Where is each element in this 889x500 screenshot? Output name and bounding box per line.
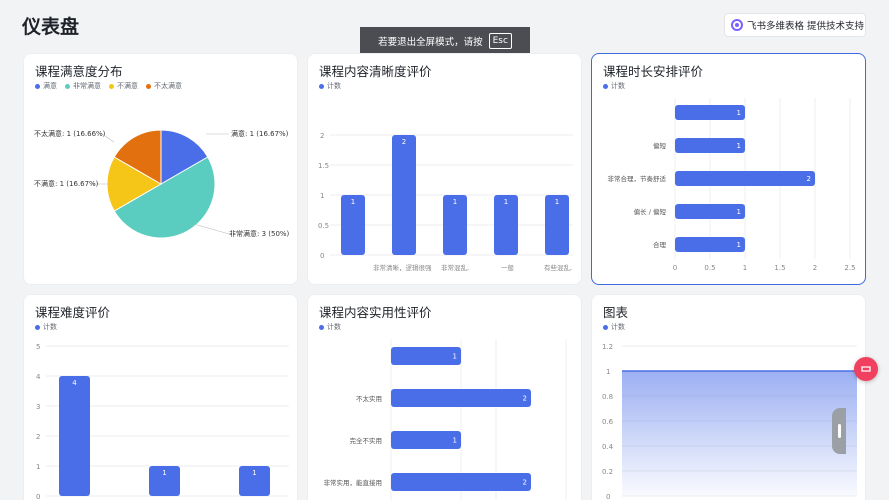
side-panel-handle[interactable] (832, 408, 846, 454)
bar-value-label: 1 (453, 198, 457, 206)
pie-label-butai: 不太满意: 1 (16.66%) (34, 129, 106, 138)
practicality-card[interactable]: 课程内容实用性评价 计数 1212 不太实用 完全不实用 非常实用，能直接用 (307, 294, 582, 500)
y-tick: 1 (36, 463, 40, 471)
pie-label-manyi: 满意: 1 (16.67%) (231, 129, 289, 138)
difficulty-bar-chart: 5 4 3 2 1 0 4 1 1 (36, 343, 289, 500)
y-tick: 0.4 (602, 443, 614, 451)
support-badge[interactable]: 飞书多维表格 提供技术支持 (724, 13, 866, 37)
y-tick: 5 (36, 343, 40, 351)
feishu-logo-icon (731, 19, 743, 31)
bar-value-label: 1 (351, 198, 355, 206)
y-tick: 合理 (653, 240, 667, 249)
y-tick: 0 (606, 493, 610, 500)
bar-value-label: 1 (737, 142, 741, 150)
bar[interactable] (391, 389, 531, 407)
x-tick: 非常清晰，逻辑很强 (373, 263, 432, 272)
chat-icon (861, 366, 871, 372)
y-tick: 偏短 (653, 141, 667, 150)
x-tick: 非常混乱, (441, 263, 469, 272)
bar[interactable] (59, 376, 90, 496)
y-tick: 不太实用 (356, 394, 382, 403)
y-tick: 0.6 (602, 418, 614, 426)
practicality-bar-chart: 1 2 1 2 不太实用 完全不实用 非常实用，能直接用 (324, 339, 567, 500)
y-tick: 1 (320, 192, 324, 200)
bar-value-label: 2 (402, 138, 406, 146)
fullscreen-exit-banner: 若要退出全屏模式，请按 Esc (360, 27, 530, 55)
duration-card[interactable]: 课程时长安排评价 计数 11211 偏短 非常合理，节奏舒适 偏长 / 偏短 合… (591, 53, 866, 285)
bar-value-label: 2 (523, 479, 527, 487)
x-tick: 0.5 (704, 264, 715, 272)
y-tick: 0.2 (602, 468, 613, 476)
x-tick: 2.5 (844, 264, 855, 272)
bar[interactable] (391, 473, 531, 491)
x-tick: 2 (813, 264, 817, 272)
area-chart: 1.2 1 0.8 0.6 0.4 0.2 0 (602, 343, 857, 500)
y-tick: 0.5 (318, 222, 329, 230)
floating-action-button[interactable] (854, 357, 878, 381)
x-tick: 有些混乱, (544, 263, 572, 272)
bar-value-label: 2 (523, 395, 527, 403)
bar[interactable] (675, 204, 745, 219)
support-label: 飞书多维表格 提供技术支持 (747, 21, 865, 32)
y-tick: 4 (36, 373, 41, 381)
grip-icon (837, 424, 841, 438)
x-tick: 1.5 (774, 264, 785, 272)
y-tick: 非常合理，节奏舒适 (608, 174, 667, 183)
bar[interactable] (675, 138, 745, 153)
bar[interactable] (675, 237, 745, 252)
bar[interactable] (675, 105, 745, 120)
bar-value-label: 1 (504, 198, 508, 206)
bar[interactable] (392, 135, 416, 255)
y-tick: 3 (36, 403, 40, 411)
area-fill (622, 371, 857, 496)
pie-chart: 满意: 1 (16.67%) 不太满意: 1 (16.66%) 不满意: 1 (… (34, 129, 290, 239)
esc-banner-text: 若要退出全屏模式，请按 (378, 37, 483, 48)
bar-value-label: 1 (555, 198, 559, 206)
y-tick: 1 (606, 368, 610, 376)
x-tick: 0 (673, 264, 677, 272)
y-tick: 0 (320, 252, 324, 260)
x-tick: 一般 (501, 263, 515, 272)
bar[interactable] (391, 431, 461, 449)
bar-value-label: 4 (72, 379, 77, 387)
y-tick: 0 (36, 493, 40, 500)
y-tick: 0.8 (602, 393, 613, 401)
y-tick: 非常实用，能直接用 (324, 478, 383, 487)
y-tick: 2 (36, 433, 40, 441)
difficulty-card[interactable]: 课程难度评价 计数 5 4 3 2 1 0 411 (23, 294, 298, 500)
page-title: 仪表盘 (22, 16, 80, 38)
bar-value-label: 1 (162, 469, 166, 477)
y-tick: 完全不实用 (350, 436, 383, 445)
satisfaction-card[interactable]: 课程满意度分布 满意 非常满意 不满意 不太满意 满意: 1 (16.67%) … (23, 53, 298, 285)
bar-value-label: 1 (737, 241, 741, 249)
clarity-card[interactable]: 课程内容清晰度评价 计数 2 1.5 1 0.5 0 12111 非常清晰，逻辑… (307, 53, 582, 285)
esc-key: Esc (488, 33, 512, 49)
bar-value-label: 1 (737, 208, 741, 216)
y-tick: 偏长 / 偏短 (634, 207, 667, 216)
generic-chart-card[interactable]: 图表 计数 1.2 1 0.8 0.6 0.4 0.2 0 (591, 294, 866, 500)
bar-value-label: 1 (453, 437, 457, 445)
duration-bar-chart: 1 1 2 1 1 偏短 非常合理，节奏舒适 偏长 / 偏短 合理 0 0.5 1 1.… (608, 98, 856, 272)
pie-label-bumanyi: 不满意: 1 (16.67%) (34, 179, 99, 188)
bar-value-label: 1 (453, 353, 457, 361)
y-tick: 2 (320, 132, 324, 140)
bar[interactable] (675, 171, 815, 186)
clarity-bar-chart: 2 1.5 1 0.5 0 1 2 1 1 1 非常清晰，逻辑很强 非常混乱, 一般 有… (318, 132, 573, 272)
bar-value-label: 2 (807, 175, 811, 183)
bar-value-label: 1 (737, 109, 741, 117)
x-tick: 1 (743, 264, 747, 272)
pie-label-feichang: 非常满意: 3 (50%) (229, 229, 290, 238)
bar-value-label: 1 (252, 469, 256, 477)
bar[interactable] (391, 347, 461, 365)
y-tick: 1.5 (318, 162, 329, 170)
y-tick: 1.2 (602, 343, 613, 351)
